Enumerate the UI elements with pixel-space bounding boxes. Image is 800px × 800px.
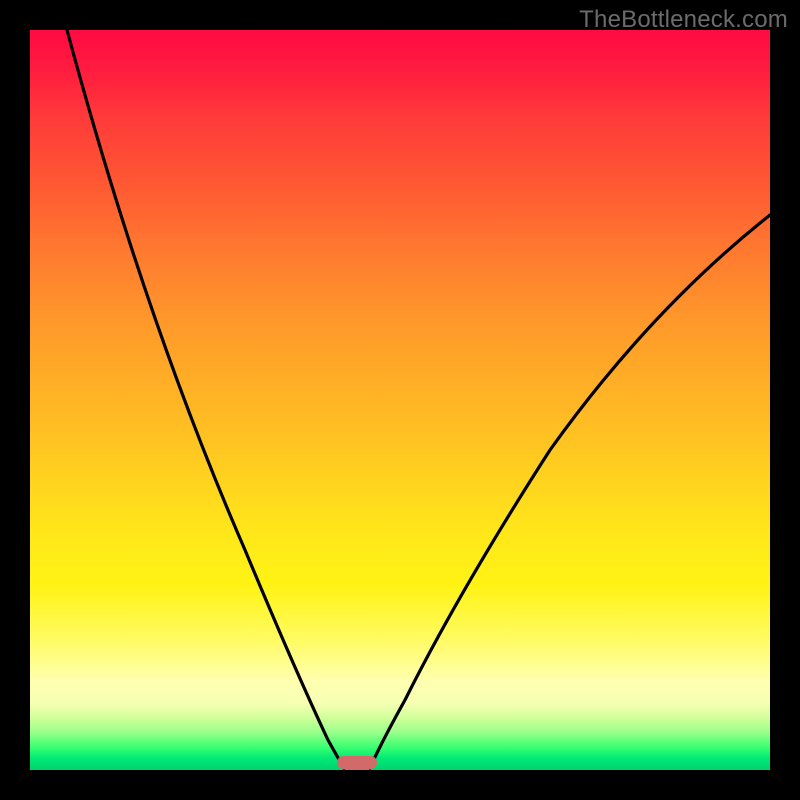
bottleneck-marker bbox=[337, 756, 377, 769]
watermark-text: TheBottleneck.com bbox=[579, 6, 788, 34]
plot-area bbox=[30, 30, 770, 770]
curve-left-branch bbox=[67, 30, 344, 768]
bottleneck-curve bbox=[30, 30, 770, 770]
curve-right-branch bbox=[370, 215, 770, 768]
chart-frame: TheBottleneck.com bbox=[0, 0, 800, 800]
